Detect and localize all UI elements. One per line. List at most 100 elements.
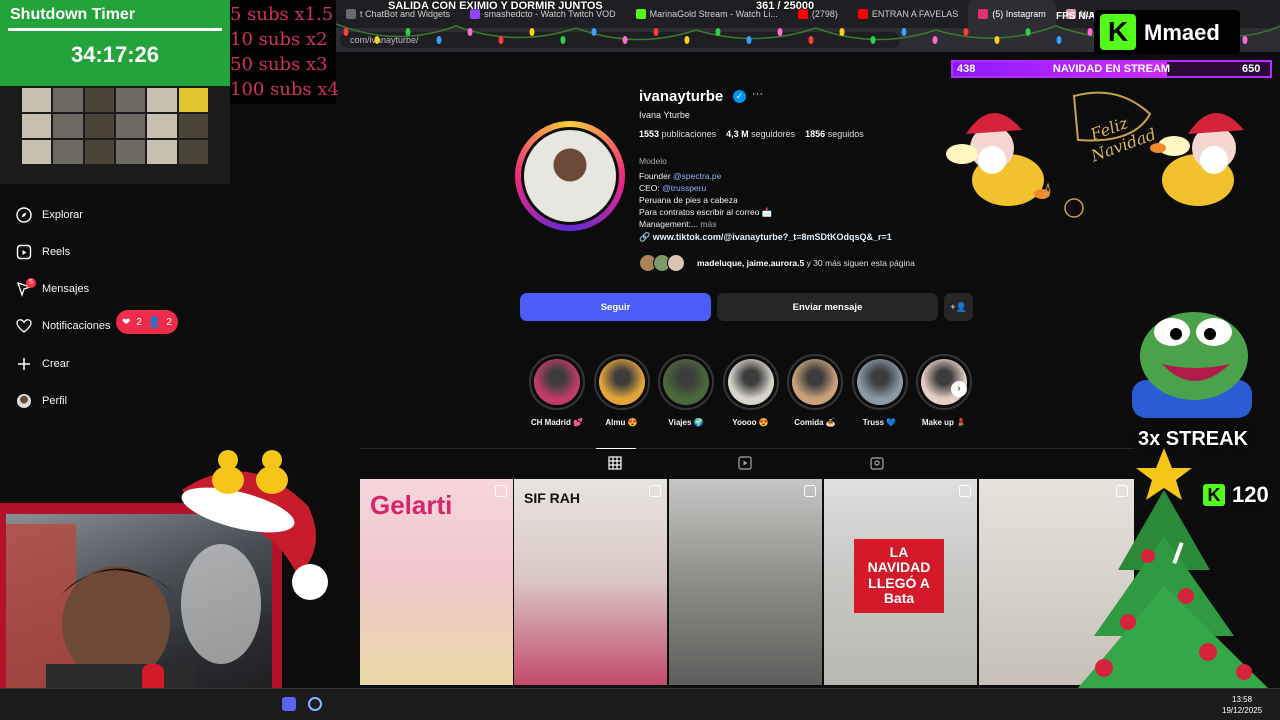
nav-perfil[interactable]: Perfil — [16, 393, 67, 409]
pepe-emote-decoration — [1132, 312, 1252, 418]
mention-link[interactable]: @trussperu — [662, 183, 706, 193]
highlight-cover — [787, 354, 843, 410]
post-caption: SIF RAH — [524, 490, 580, 506]
tab-label: ENTRAN A FAVELAS — [871, 9, 959, 19]
post-stairs[interactable] — [669, 479, 822, 685]
tab-label: (5) Instagram — [992, 9, 1046, 19]
highlight-cover — [593, 354, 650, 410]
thumbnail — [147, 88, 177, 112]
highlight-cover — [658, 354, 714, 410]
browser-tab[interactable]: (5) Instagram — [968, 0, 1056, 28]
timer-title: Shutdown Timer — [10, 6, 136, 23]
suggest-user-button[interactable]: +👤 — [944, 293, 973, 321]
active-tab-indicator — [596, 448, 636, 449]
highlight-label: Truss 💙 — [862, 418, 897, 427]
settings-gear-icon[interactable] — [308, 697, 322, 711]
post-bata[interactable]: LA NAVIDAD LLEGÓ A Bata — [824, 479, 977, 685]
messages-badge: 5 — [26, 278, 36, 288]
subs-multiplier: 100 subs x4 — [230, 79, 339, 100]
reels-tab-icon[interactable] — [738, 456, 752, 473]
mention-link[interactable]: @spectra.pe — [673, 171, 721, 181]
taskbar-clock[interactable]: 13:58 19/12/2025 — [1222, 694, 1262, 716]
post-sifrah[interactable]: SIF RAH — [514, 479, 667, 685]
compass-icon — [16, 207, 32, 223]
nav-label: Mensajes — [42, 283, 90, 295]
discord-icon[interactable] — [282, 697, 296, 711]
likes-count: 2 — [136, 316, 142, 328]
verified-badge-icon: ✓ — [733, 90, 746, 103]
nav-crear[interactable]: Crear — [16, 356, 70, 372]
more-options-icon[interactable]: ··· — [752, 88, 763, 100]
tagged-icon[interactable] — [870, 456, 884, 473]
nav-reels[interactable]: Reels — [16, 244, 70, 260]
person-icon: 👤 — [147, 316, 161, 328]
reel-indicator-icon — [495, 485, 507, 497]
nav-notificaciones[interactable]: Notificaciones — [16, 318, 110, 334]
heart-icon — [16, 318, 32, 334]
tab-label: (2798) — [811, 9, 838, 19]
following-stat[interactable]: 1856 seguidos — [805, 129, 864, 139]
follows-count: 2 — [166, 316, 172, 328]
story-highlight[interactable]: CH Madrid 💕 — [529, 354, 585, 427]
screen: t ChatBot and Widgets smashedcto - Watch … — [0, 0, 1280, 720]
plus-icon — [16, 356, 32, 372]
thumbnail — [53, 114, 83, 138]
profile-avatar[interactable] — [521, 127, 619, 225]
grid-icon[interactable] — [608, 456, 622, 473]
profile-username: ivanayturbe — [639, 88, 724, 105]
kick-logo-icon: K — [1100, 14, 1136, 50]
thumbnail — [22, 140, 52, 164]
highlight-cover — [851, 354, 908, 410]
timer-divider — [8, 28, 222, 31]
fps-readout: FPS N/A — [1056, 11, 1096, 22]
story-highlight[interactable]: Truss 💙 — [851, 354, 908, 427]
christmas-tree-decoration — [1078, 448, 1268, 688]
story-highlight[interactable]: Yoooo 😍 — [722, 354, 779, 427]
profile-website-link[interactable]: 🔗 www.tiktok.com/@ivanayturbe?_t=8mSDtKO… — [639, 232, 892, 243]
shutdown-timer-panel: Shutdown Timer 34:17:26 — [0, 0, 230, 86]
send-message-button[interactable]: Enviar mensaje — [717, 293, 938, 321]
reels-icon — [16, 244, 32, 260]
subs-multiplier-list: 5 subs x1.5 10 subs x2 50 subs x3 100 su… — [230, 0, 339, 104]
tab-favicon-icon — [978, 9, 989, 19]
reel-indicator-icon — [649, 485, 661, 497]
post-gelarti[interactable]: Gelarti — [360, 479, 513, 685]
bio-line: Founder @spectra.pe — [639, 171, 722, 181]
goal-target: 650 — [1242, 63, 1261, 75]
heart-icon: ❤ — [122, 316, 131, 328]
story-highlight[interactable]: Viajes 🌍 — [658, 354, 714, 427]
christmas-santa-duck-decoration: Feliz Navidad — [946, 91, 1244, 218]
browser-tab[interactable]: ENTRAN A FAVELAS — [848, 0, 968, 28]
highlight-label: Viajes 🌍 — [668, 418, 704, 427]
bio-line: CEO: @trussperu — [639, 183, 707, 193]
thumbnail — [22, 88, 52, 112]
channel-name: Mmaed — [1144, 20, 1220, 45]
story-highlight[interactable]: Comida 🍝 — [787, 354, 843, 427]
story-highlight[interactable]: Almu 😍 — [593, 354, 650, 427]
subs-multiplier: 5 subs x1.5 — [230, 4, 334, 25]
highlight-cover — [529, 354, 585, 410]
clock-time: 13:58 — [1232, 695, 1253, 704]
followers-stat[interactable]: 4,3 M seguidores — [726, 129, 795, 139]
post-caption: Gelarti — [370, 490, 453, 520]
nav-explorar[interactable]: Explorar — [16, 207, 83, 223]
subs-multiplier: 10 subs x2 — [230, 29, 328, 50]
link-icon: 🔗 — [639, 232, 651, 242]
bio-more-link[interactable]: más — [698, 219, 716, 229]
url-field[interactable]: com/ivanayturbe/ — [340, 32, 900, 48]
taskbar — [0, 688, 1280, 720]
thumbnail — [147, 140, 177, 164]
nav-label: Notificaciones — [42, 320, 111, 332]
profile-tabs — [360, 448, 1134, 478]
nav-label: Reels — [42, 246, 71, 258]
followed-by[interactable]: madeluque, jaime.aurora.5 y 30 más sigue… — [639, 254, 915, 272]
notification-pill[interactable]: ❤ 2 👤 2 — [116, 310, 178, 334]
goal-title: NAVIDAD EN STREAM — [1052, 63, 1171, 75]
thumbnail-panel — [0, 86, 230, 184]
nav-label: Perfil — [42, 395, 68, 407]
chevron-right-icon[interactable]: › — [951, 381, 967, 397]
follow-button[interactable]: Seguir — [520, 293, 711, 321]
follower-avatar — [667, 254, 685, 272]
thumbnail — [116, 88, 146, 112]
tab-favicon-icon — [857, 9, 868, 19]
